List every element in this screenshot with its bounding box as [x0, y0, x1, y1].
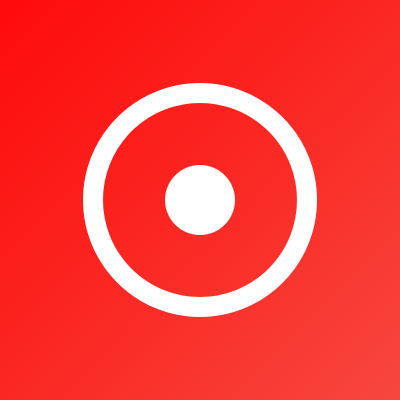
record-icon: [83, 83, 317, 317]
record-dot: [165, 165, 235, 235]
app-icon-tile[interactable]: [0, 0, 400, 400]
